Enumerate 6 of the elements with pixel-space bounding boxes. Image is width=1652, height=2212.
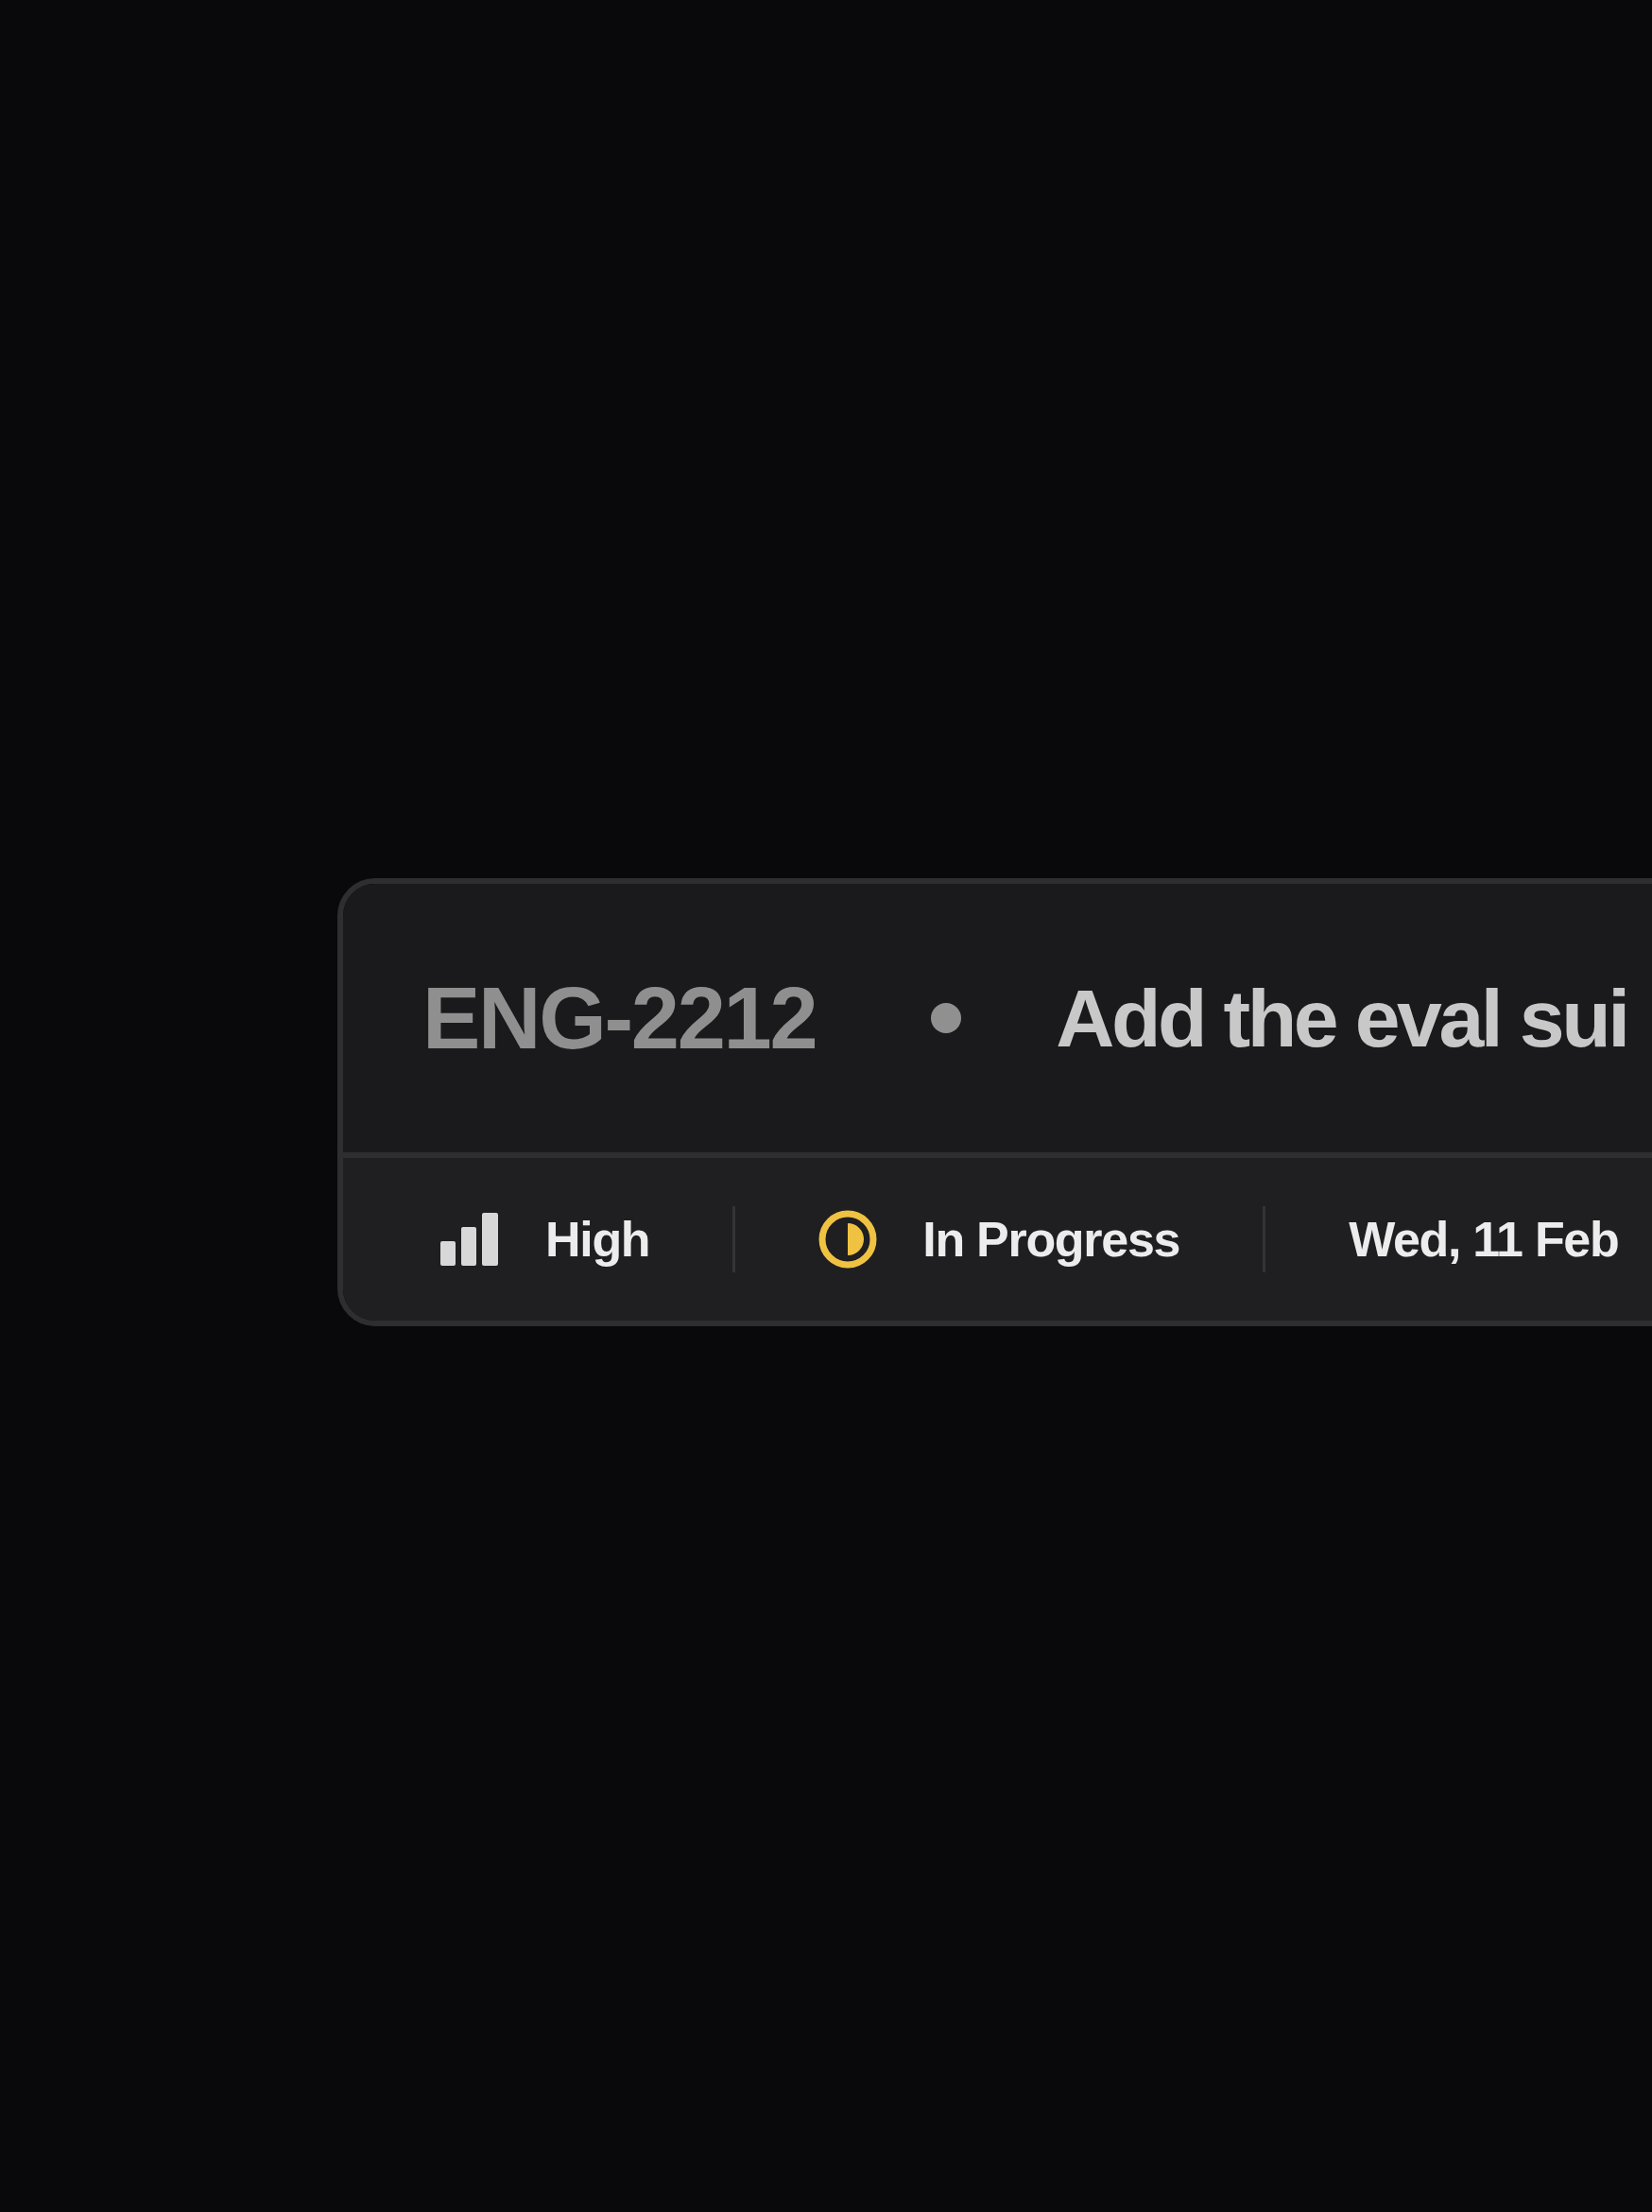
priority-label: High <box>545 1211 650 1269</box>
status-label: In Progress <box>922 1211 1180 1269</box>
priority-bars-icon <box>440 1213 498 1266</box>
issue-id: ENG-2212 <box>422 969 817 1068</box>
due-date: Wed, 11 Feb <box>1349 1211 1619 1269</box>
issue-title: Add the eval sui <box>1056 971 1627 1065</box>
